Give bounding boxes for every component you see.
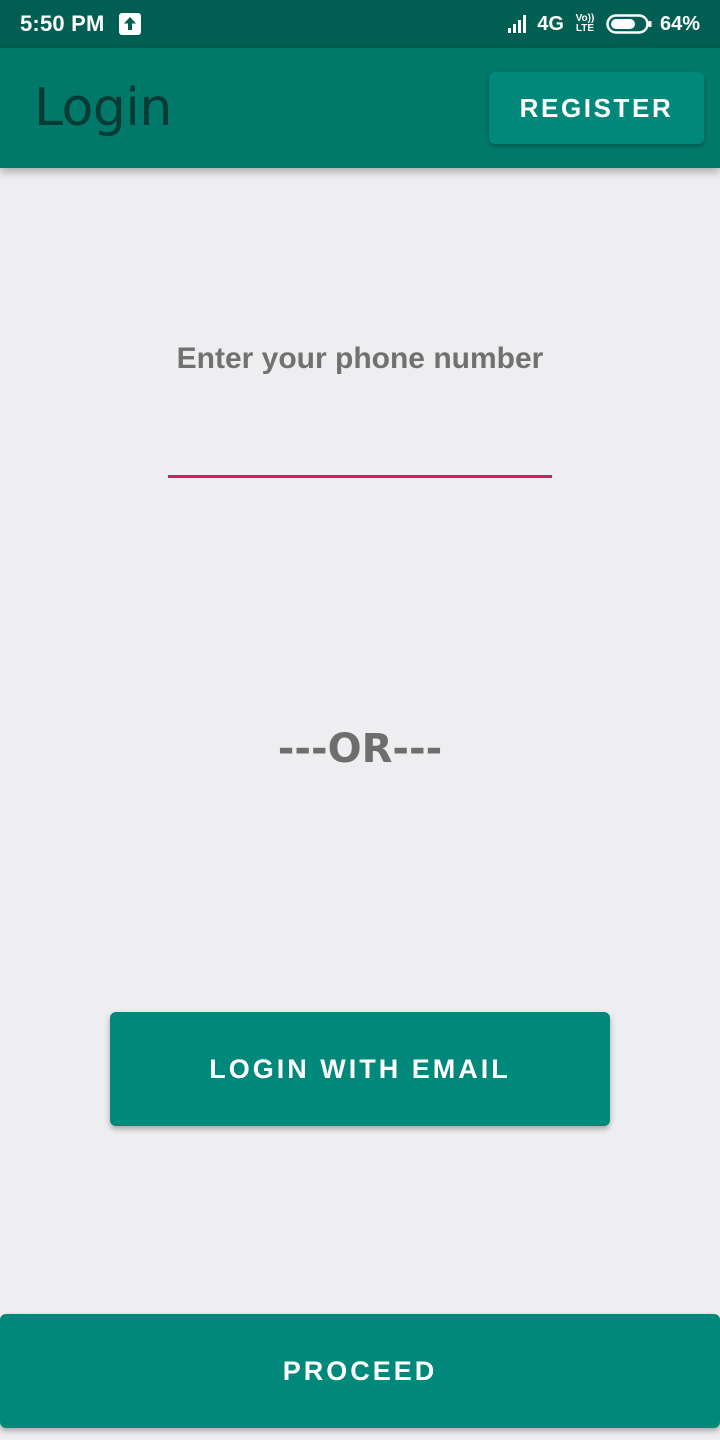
volte-bottom-text: LTE — [575, 23, 595, 34]
status-icons: 4G Vo)) LTE 64% — [507, 11, 700, 37]
status-bar: 5:50 PM 4G Vo)) LTE 64% — [0, 0, 720, 48]
phone-input[interactable] — [168, 420, 552, 478]
upload-icon — [119, 13, 141, 35]
battery-percent: 64% — [659, 12, 700, 35]
proceed-button[interactable]: PROCEED — [0, 1314, 720, 1428]
network-type: 4G — [537, 12, 564, 35]
status-time: 5:50 PM — [20, 11, 105, 36]
battery-icon — [606, 14, 652, 34]
volte-icon: Vo)) LTE — [572, 14, 598, 34]
login-with-email-button[interactable]: LOGIN WITH EMAIL — [110, 1012, 610, 1126]
signal-icon — [508, 15, 527, 33]
page-title: Login — [34, 78, 172, 138]
app-bar: Login REGISTER — [0, 48, 720, 168]
register-button[interactable]: REGISTER — [489, 72, 704, 144]
or-divider: ---OR--- — [277, 726, 443, 772]
phone-label: Enter your phone number — [176, 342, 544, 375]
